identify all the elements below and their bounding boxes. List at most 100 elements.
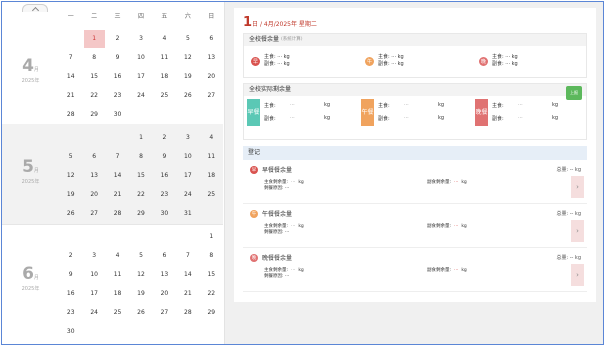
- day-cell[interactable]: 2: [153, 128, 176, 147]
- day-cell[interactable]: 16: [153, 166, 176, 185]
- day-cell[interactable]: 29: [82, 105, 105, 124]
- day-cell[interactable]: 2: [59, 246, 82, 265]
- day-cell[interactable]: 28: [59, 105, 82, 124]
- day-cell[interactable]: 29: [200, 303, 223, 322]
- day-cell[interactable]: 21: [106, 185, 129, 204]
- day-cell[interactable]: 28: [176, 303, 199, 322]
- day-cell[interactable]: 12: [59, 166, 82, 185]
- day-cell[interactable]: 20: [200, 67, 223, 86]
- day-cell[interactable]: 25: [106, 303, 129, 322]
- day-cell[interactable]: 1: [200, 227, 223, 246]
- day-cell[interactable]: 14: [59, 67, 82, 86]
- day-cell[interactable]: 7: [176, 246, 199, 265]
- day-cell[interactable]: 4: [106, 246, 129, 265]
- day-cell[interactable]: 24: [176, 185, 199, 204]
- edit-button[interactable]: ›: [571, 264, 584, 286]
- remain-key: 主食:: [264, 102, 276, 109]
- day-cell[interactable]: 13: [153, 265, 176, 284]
- day-cell[interactable]: 18: [106, 284, 129, 303]
- day-cell[interactable]: 23: [106, 86, 129, 105]
- day-cell[interactable]: 9: [59, 265, 82, 284]
- day-cell[interactable]: 23: [153, 185, 176, 204]
- day-cell[interactable]: 8: [82, 48, 105, 67]
- day-cell[interactable]: 12: [129, 265, 152, 284]
- day-cell[interactable]: 17: [129, 67, 152, 86]
- day-cell[interactable]: 17: [176, 166, 199, 185]
- remain-key: 副食:: [378, 116, 390, 123]
- day-cell[interactable]: 15: [129, 166, 152, 185]
- day-cell[interactable]: 13: [200, 48, 223, 67]
- day-cell[interactable]: 19: [176, 67, 199, 86]
- day-cell[interactable]: 1: [82, 29, 105, 48]
- day-cell[interactable]: 15: [200, 265, 223, 284]
- day-cell[interactable]: 3: [82, 246, 105, 265]
- day-cell[interactable]: 14: [176, 265, 199, 284]
- day-cell[interactable]: 16: [59, 284, 82, 303]
- day-cell[interactable]: 22: [200, 284, 223, 303]
- day-cell[interactable]: 3: [129, 29, 152, 48]
- day-cell[interactable]: 31: [176, 204, 199, 223]
- day-cell[interactable]: 19: [129, 284, 152, 303]
- day-cell[interactable]: 11: [106, 265, 129, 284]
- day-cell[interactable]: 26: [59, 204, 82, 223]
- day-cell[interactable]: 5: [176, 29, 199, 48]
- day-cell[interactable]: 20: [82, 185, 105, 204]
- day-cell[interactable]: 8: [129, 147, 152, 166]
- day-cell[interactable]: 6: [82, 147, 105, 166]
- day-cell[interactable]: 18: [153, 67, 176, 86]
- day-cell[interactable]: 25: [153, 86, 176, 105]
- edit-button[interactable]: ›: [571, 220, 584, 242]
- day-cell[interactable]: 30: [153, 204, 176, 223]
- day-cell[interactable]: 4: [153, 29, 176, 48]
- day-cell[interactable]: 10: [129, 48, 152, 67]
- day-cell[interactable]: 29: [129, 204, 152, 223]
- day-cell[interactable]: 20: [153, 284, 176, 303]
- day-cell[interactable]: 11: [200, 147, 223, 166]
- day-cell[interactable]: 13: [82, 166, 105, 185]
- day-cell[interactable]: 24: [129, 86, 152, 105]
- day-cell[interactable]: 26: [129, 303, 152, 322]
- day-cell[interactable]: 18: [200, 166, 223, 185]
- day-cell[interactable]: 8: [200, 246, 223, 265]
- day-cell[interactable]: 3: [176, 128, 199, 147]
- month-number: 4: [22, 56, 34, 76]
- day-cell[interactable]: 7: [106, 147, 129, 166]
- day-cell[interactable]: 22: [82, 86, 105, 105]
- day-cell[interactable]: 19: [59, 185, 82, 204]
- day-cell[interactable]: 2: [106, 29, 129, 48]
- day-cell[interactable]: 10: [176, 147, 199, 166]
- day-cell[interactable]: 27: [200, 86, 223, 105]
- day-cell[interactable]: 24: [82, 303, 105, 322]
- day-cell[interactable]: 26: [176, 86, 199, 105]
- day-cell[interactable]: 23: [59, 303, 82, 322]
- day-cell[interactable]: 25: [200, 185, 223, 204]
- day-cell[interactable]: 15: [82, 67, 105, 86]
- day-cell[interactable]: 14: [106, 166, 129, 185]
- day-cell[interactable]: 30: [59, 322, 82, 341]
- day-cell[interactable]: 22: [129, 185, 152, 204]
- day-cell[interactable]: 6: [200, 29, 223, 48]
- day-cell[interactable]: 17: [82, 284, 105, 303]
- day-cell[interactable]: 21: [176, 284, 199, 303]
- day-cell[interactable]: 1: [129, 128, 152, 147]
- day-cell[interactable]: 6: [153, 246, 176, 265]
- day-cell[interactable]: 7: [59, 48, 82, 67]
- day-cell[interactable]: 21: [59, 86, 82, 105]
- collapse-toggle[interactable]: [22, 4, 48, 14]
- edit-button[interactable]: ›: [571, 176, 584, 198]
- day-cell[interactable]: 4: [200, 128, 223, 147]
- day-cell[interactable]: 27: [153, 303, 176, 322]
- day-cell[interactable]: 16: [106, 67, 129, 86]
- day-cell[interactable]: 27: [82, 204, 105, 223]
- report-button[interactable]: 上报: [566, 86, 582, 100]
- day-cell[interactable]: 5: [59, 147, 82, 166]
- day-cell[interactable]: 12: [176, 48, 199, 67]
- day-cell[interactable]: 5: [129, 246, 152, 265]
- day-number: 24: [137, 92, 145, 99]
- day-cell[interactable]: 10: [82, 265, 105, 284]
- day-cell[interactable]: 9: [153, 147, 176, 166]
- day-cell[interactable]: 9: [106, 48, 129, 67]
- day-cell[interactable]: 11: [153, 48, 176, 67]
- day-cell[interactable]: 30: [106, 105, 129, 124]
- day-cell[interactable]: 28: [106, 204, 129, 223]
